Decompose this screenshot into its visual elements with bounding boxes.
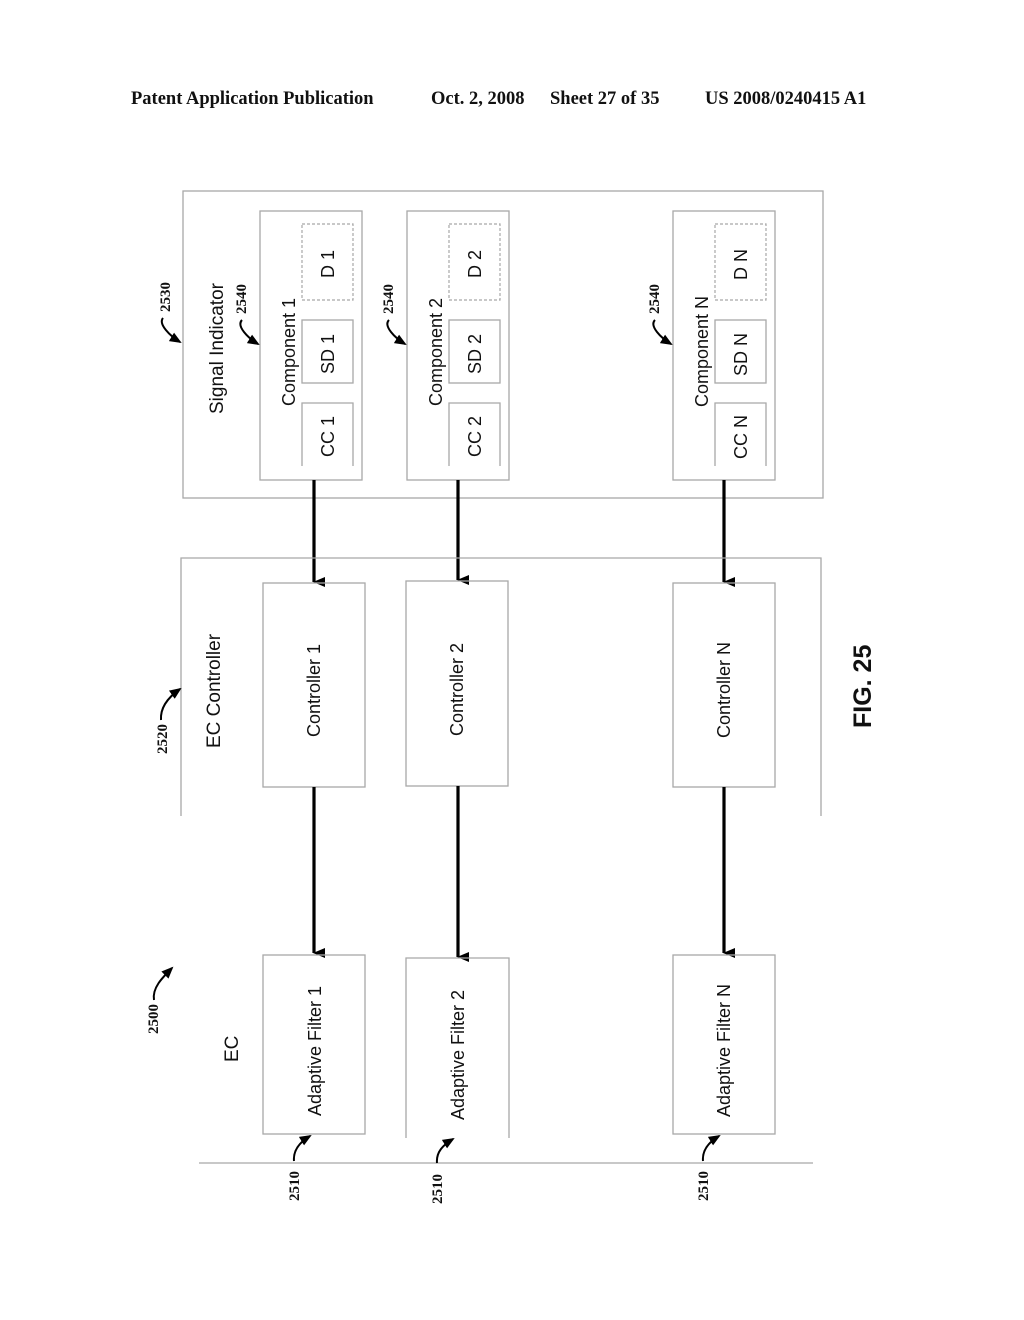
- d-2-label: D 2: [465, 250, 485, 278]
- adaptive-filter-n-label: Adaptive Filter N: [714, 984, 734, 1117]
- controller-2-label: Controller 2: [447, 643, 467, 736]
- component-n-box: [672, 210, 776, 481]
- filter-1-ref: 2510: [287, 1171, 303, 1201]
- ref-2500: 2500: [146, 1004, 162, 1034]
- component-1-box: [259, 210, 363, 481]
- d-n-label: D N: [731, 249, 751, 280]
- controller-1-label: Controller 1: [304, 644, 324, 737]
- ec-controller-title: EC Controller: [204, 633, 225, 748]
- figure-label: FIG. 25: [849, 645, 877, 728]
- controller-n-label: Controller N: [714, 642, 734, 738]
- component-2-ref: 2540: [381, 284, 397, 314]
- component-1-title: Component 1: [279, 298, 299, 406]
- ref-2530: 2530: [158, 282, 174, 312]
- leader-2520: [159, 687, 182, 721]
- leader-2510-n: [701, 1134, 721, 1162]
- adaptive-filter-2-label: Adaptive Filter 2: [448, 990, 468, 1120]
- component-n: Component N 2540 D N SD N CC N: [647, 210, 776, 481]
- ec-controller-group: EC Controller 2520 Controller 1 Controll…: [155, 557, 822, 816]
- component-1: Component 1 2540 D 1 SD 1 CC 1: [234, 210, 363, 481]
- component-2-title: Component 2: [426, 298, 446, 406]
- d-1-label: D 1: [318, 250, 338, 278]
- leader-2540-n: [652, 319, 673, 346]
- leader-2500: [152, 966, 174, 1001]
- leader-2510-2: [435, 1137, 455, 1164]
- cc-n-label: CC N: [731, 415, 751, 459]
- filter-n-ref: 2510: [696, 1171, 712, 1201]
- leader-2530: [160, 317, 182, 344]
- leader-2540-1: [239, 319, 260, 346]
- ref-2520: 2520: [155, 724, 171, 754]
- component-n-ref: 2540: [647, 284, 663, 314]
- adaptive-filter-1-label: Adaptive Filter 1: [305, 986, 325, 1116]
- sd-2-label: SD 2: [465, 334, 485, 374]
- component-2: Component 2 2540 D 2 SD 2 CC 2: [381, 210, 510, 481]
- sd-1-label: SD 1: [318, 334, 338, 374]
- signal-indicator-group: Signal Indicator 2530: [158, 190, 824, 499]
- leader-2510-1: [292, 1134, 312, 1162]
- filter-2-ref: 2510: [430, 1174, 446, 1204]
- component-1-ref: 2540: [234, 284, 250, 314]
- signal-indicator-title: Signal Indicator: [207, 282, 228, 414]
- ec-title: EC: [222, 1036, 243, 1062]
- cc-2-label: CC 2: [465, 416, 485, 457]
- ec-group: EC 2500 Adaptive Filter 1 Adaptive Filte…: [146, 954, 813, 1204]
- leader-2540-2: [386, 319, 407, 346]
- component-2-box: [406, 210, 510, 481]
- component-n-title: Component N: [692, 296, 712, 407]
- cc-1-label: CC 1: [318, 416, 338, 457]
- sd-n-label: SD N: [731, 333, 751, 376]
- diagram: Signal Indicator 2530 Component 1 2540 D…: [146, 190, 877, 1204]
